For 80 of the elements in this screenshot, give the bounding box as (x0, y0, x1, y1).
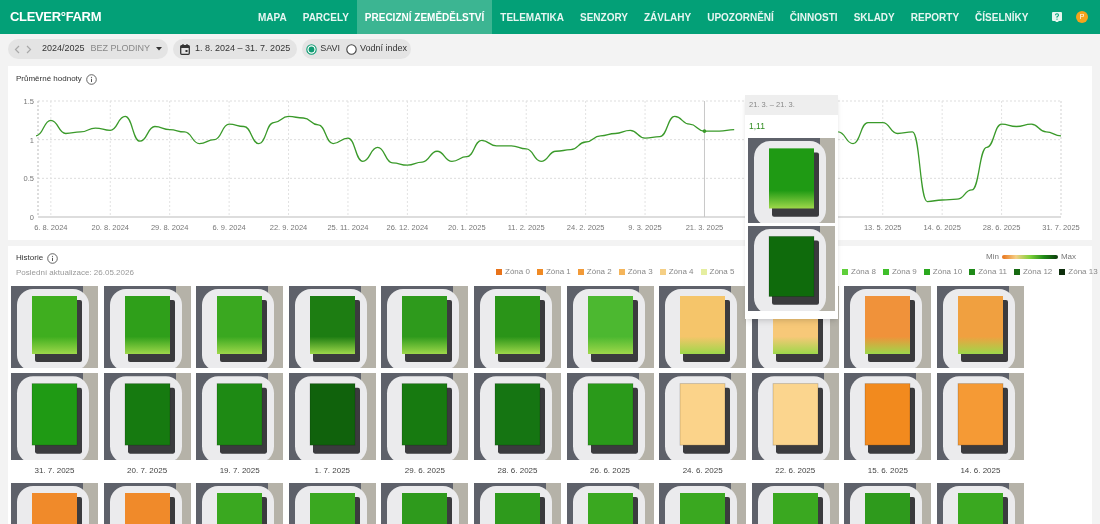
date-label: 31. 7. 2025 (34, 465, 75, 477)
nav-tab[interactable]: PRECIZNÍ ZEMĚDĚLSTVÍ (356, 0, 493, 34)
nav-tab[interactable]: ČÍSELNÍKY (967, 0, 1037, 34)
tooltip-value: 1,11 (748, 120, 766, 133)
date-label: 14. 6. 2025 (960, 465, 1001, 477)
date-label: 29. 6. 2025 (404, 465, 445, 477)
field-image[interactable] (844, 286, 932, 368)
zone-map[interactable] (844, 373, 932, 460)
nav-tab[interactable]: ZÁVLAHY (635, 0, 700, 34)
zone-label: Zóna 9 (891, 266, 917, 278)
zone-map[interactable] (936, 373, 1024, 460)
nav-tab[interactable]: PARCELY (294, 0, 357, 34)
nav-tab[interactable]: TELEMATIKA (492, 0, 572, 34)
zone-label: Zóna 4 (668, 266, 694, 278)
date-range-label: 1. 8. 2024 – 31. 7. 2025 (195, 42, 291, 56)
field-image[interactable] (473, 286, 561, 368)
field-image[interactable] (288, 286, 376, 368)
radio-button[interactable] (306, 43, 318, 55)
zone-label: Zóna 5 (709, 266, 735, 278)
zone-label: Zóna 11 (978, 266, 1007, 278)
date-label: 22. 6. 2025 (775, 465, 816, 477)
zone-label: Zóna 1 (545, 266, 571, 278)
zone-map[interactable] (11, 373, 98, 460)
field-image[interactable] (196, 286, 284, 368)
hover-point (702, 129, 707, 133)
date-label: 24. 6. 2025 (682, 465, 723, 477)
field-image[interactable] (103, 286, 191, 368)
date-label: 20. 7. 2025 (127, 465, 168, 477)
app-logo[interactable]: CLEVER°FARM (10, 7, 250, 27)
zone-label: Zóna 0 (505, 266, 530, 278)
section-title: Historie (16, 252, 44, 264)
field-image[interactable] (381, 286, 469, 368)
zone-map[interactable] (196, 373, 284, 460)
zone-map[interactable] (288, 373, 376, 460)
field-image[interactable] (11, 286, 98, 368)
zone-label: Zóna 3 (627, 266, 653, 278)
zone-label: Zóna 8 (851, 266, 876, 278)
zone-map[interactable] (103, 373, 191, 460)
field-image[interactable] (936, 286, 1024, 368)
zone-map[interactable] (659, 373, 747, 460)
zone-label: Zóna 13 (1068, 266, 1098, 278)
date-label: 26. 6. 2025 (590, 465, 631, 477)
field-image[interactable] (659, 286, 747, 368)
nav-tab[interactable]: SENZORY (572, 0, 636, 34)
caret-icon[interactable] (156, 47, 163, 51)
color-scale-bar (1001, 255, 1058, 259)
zone-label: Zóna 12 (1022, 266, 1053, 278)
zone-map[interactable] (381, 373, 469, 460)
calendar-icon (180, 43, 191, 55)
date-range-picker[interactable]: 1. 8. 2024 – 31. 7. 2025 (173, 39, 298, 59)
zone-map[interactable] (751, 373, 839, 460)
nav-tab[interactable]: UPOZORNĚNÍ (699, 0, 782, 34)
scale-max-label: Max (1060, 251, 1076, 263)
nav-tab[interactable]: SKLADY (845, 0, 903, 34)
scale-min-label: Min (986, 251, 999, 263)
zone-map[interactable] (566, 373, 654, 460)
info-icon[interactable] (47, 252, 59, 264)
field-image[interactable] (566, 286, 654, 368)
season-label: 2024/2025 (42, 42, 85, 56)
nav-tab[interactable]: MAPA (250, 0, 295, 34)
info-icon[interactable] (85, 73, 97, 85)
zone-map[interactable] (748, 225, 835, 311)
last-update-text: Poslední aktualizace: 26.05.2026 (16, 267, 134, 279)
zone-label: Zóna 2 (586, 266, 612, 278)
nav-tab[interactable]: REPORTY (902, 0, 968, 34)
nav-tab[interactable]: ČINNOSTI (781, 0, 846, 34)
date-label: 28. 6. 2025 (497, 465, 538, 477)
field-image[interactable] (748, 137, 835, 223)
radio-button[interactable] (346, 43, 357, 55)
season-selector[interactable]: 2024/2025 BEZ PLODINY (8, 39, 169, 59)
section-title: Průměrné hodnoty (16, 73, 82, 85)
help-icon[interactable] (1052, 11, 1062, 23)
radio-label[interactable]: SAVI (320, 42, 340, 56)
date-label: 1. 7. 2025 (314, 465, 351, 477)
radio-label[interactable]: Vodní index (360, 42, 408, 56)
date-label: 15. 6. 2025 (867, 465, 908, 477)
zone-label: Zóna 10 (932, 266, 963, 278)
date-label: 19. 7. 2025 (219, 465, 260, 477)
crop-label: BEZ PLODINY (90, 42, 151, 56)
zone-map[interactable] (473, 373, 561, 460)
